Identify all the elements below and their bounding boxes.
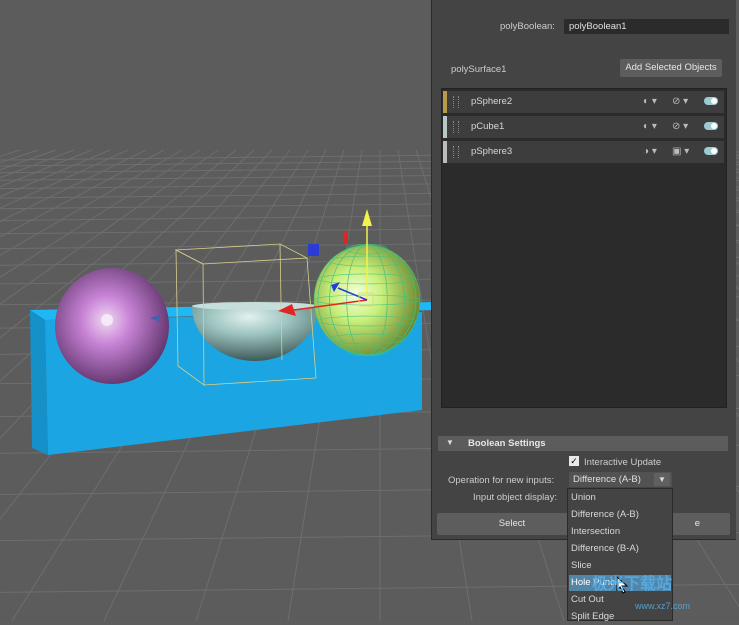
dropdown-option-union[interactable]: Union [569, 490, 671, 506]
operation-icon[interactable]: ◑ ▾ [643, 146, 657, 157]
collapse-triangle-icon: ▼ [446, 438, 454, 447]
surface-label: polySurface1 [451, 64, 507, 75]
operation-label: Operation for new inputs: [448, 475, 555, 486]
chevron-down-icon[interactable]: ▼ [654, 473, 670, 486]
input-name: pSphere3 [471, 146, 513, 157]
watermark-url: www.xz7.com [635, 601, 691, 611]
toggle-switch[interactable] [704, 122, 718, 130]
attribute-editor-panel: polyBoolean: polyBoolean1 polySurface1 A… [431, 0, 736, 540]
toggle-switch[interactable] [704, 97, 718, 105]
visibility-icon[interactable]: ⊘ ▾ [672, 96, 688, 107]
add-selected-objects-button[interactable]: Add Selected Objects [620, 59, 722, 77]
node-label: polyBoolean: [500, 21, 555, 32]
dropdown-option-difference-b-a[interactable]: Difference (B-A) [569, 541, 671, 557]
toggle-switch[interactable] [704, 147, 718, 155]
watermark-logo: 极光下载站 [592, 576, 673, 593]
operation-icon[interactable]: ◐ ▾ [643, 121, 657, 132]
section-title: Boolean Settings [468, 438, 546, 449]
input-name: pCube1 [471, 121, 505, 132]
dropdown-option-split-edge[interactable]: Split Edge [569, 609, 671, 625]
drag-handle-icon[interactable] [453, 121, 459, 133]
boolean-settings-header[interactable]: ▼ Boolean Settings [438, 436, 728, 451]
operation-icon[interactable]: ◐ ▾ [643, 96, 657, 107]
dropdown-option-intersection[interactable]: Intersection [569, 524, 671, 540]
input-color-swatch [443, 91, 447, 113]
dropdown-option-difference-a-b[interactable]: Difference (A-B) [569, 507, 671, 523]
interactive-update-label: Interactive Update [584, 457, 662, 468]
interactive-update-checkbox[interactable]: ✓ [569, 456, 579, 466]
input-display-label: Input object display: [473, 492, 557, 503]
drag-handle-icon[interactable] [453, 146, 459, 158]
input-color-swatch [443, 116, 447, 138]
purple-sphere[interactable] [55, 268, 169, 384]
boolean-input-list: pSphere2 ◐ ▾ ⊘ ▾ pCube1 ◐ ▾ ⊘ ▾ pSphere3… [441, 88, 727, 408]
list-item[interactable]: pSphere3 ◑ ▾ ▣ ▾ [443, 141, 724, 163]
list-item[interactable]: pCube1 ◐ ▾ ⊘ ▾ [443, 116, 724, 138]
drag-handle-icon[interactable] [453, 96, 459, 108]
visibility-icon[interactable]: ▣ ▾ [672, 146, 689, 157]
node-name-field[interactable]: polyBoolean1 [564, 19, 729, 34]
select-button[interactable]: Select [437, 513, 587, 535]
input-name: pSphere2 [471, 96, 513, 107]
list-item[interactable]: pSphere2 ◐ ▾ ⊘ ▾ [443, 91, 724, 113]
visibility-icon[interactable]: ⊘ ▾ [672, 121, 688, 132]
input-color-swatch [443, 141, 447, 163]
